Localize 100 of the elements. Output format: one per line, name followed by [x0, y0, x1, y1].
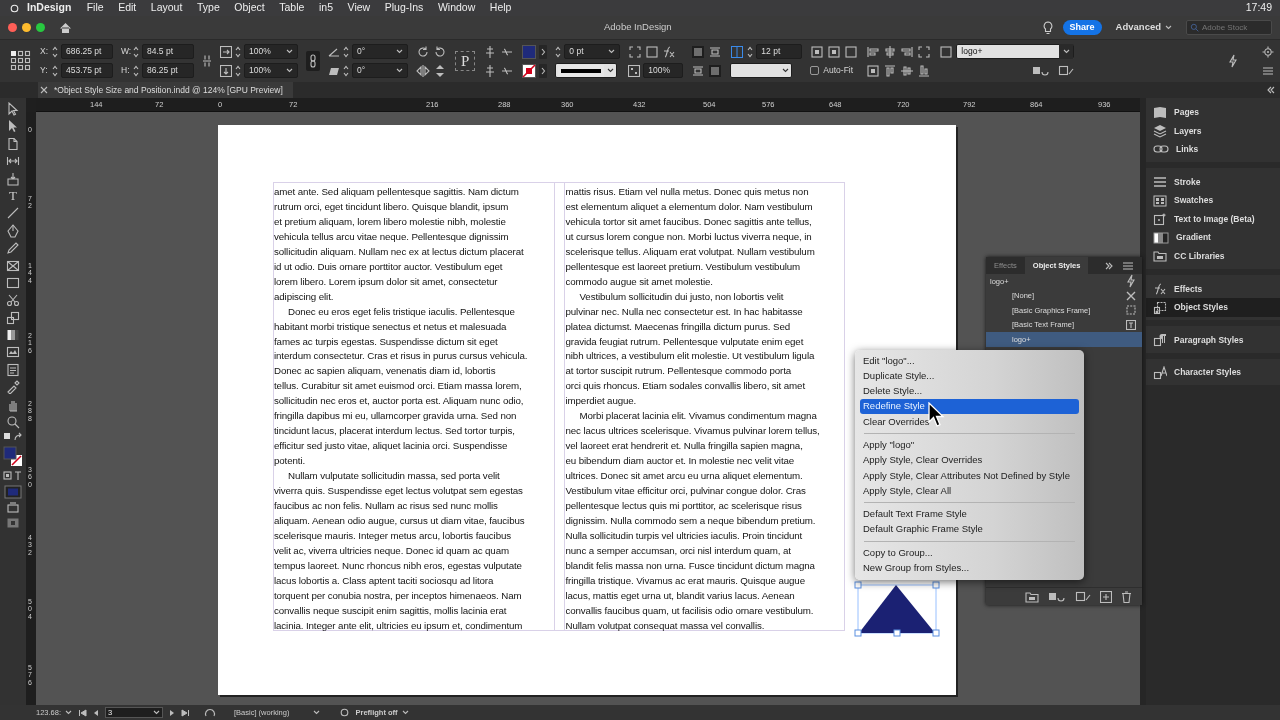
next-page-icon[interactable] — [169, 708, 176, 717]
menu-item[interactable]: Apply Style, Clear Overrides — [860, 452, 1079, 469]
settings-icon[interactable] — [1262, 45, 1274, 58]
frame-icon[interactable] — [844, 44, 859, 59]
menu-item[interactable]: Default Text Frame Style — [860, 506, 1079, 522]
panel-button[interactable]: Gradient — [1146, 228, 1280, 248]
spinner-icon[interactable] — [235, 45, 241, 58]
rotate-counterclockwise-icon[interactable] — [433, 44, 447, 59]
spinner-icon[interactable] — [343, 64, 349, 77]
frame-handle[interactable] — [854, 581, 862, 589]
menu-item[interactable]: Object — [227, 0, 272, 16]
clear-overrides-icon[interactable] — [1048, 590, 1066, 603]
new-group-icon[interactable] — [1025, 590, 1039, 603]
angle-field[interactable]: 0° — [352, 63, 408, 78]
menu-item[interactable]: Window — [430, 0, 483, 16]
gradient-swatch-icon[interactable] — [6, 328, 20, 343]
formatting-mode-icon[interactable] — [3, 471, 23, 482]
menu-item[interactable]: Edit "logo"... — [860, 353, 1079, 369]
spinner-icon[interactable] — [555, 45, 562, 58]
distribute-icon[interactable] — [866, 63, 881, 78]
coordinate-field[interactable]: 453.75 pt — [61, 63, 113, 78]
spinner-icon[interactable] — [747, 45, 754, 58]
dimension-field[interactable]: 84.5 pt — [142, 44, 194, 59]
clear-overrides-icon[interactable] — [1032, 64, 1051, 77]
menu-item[interactable]: Table — [272, 0, 312, 16]
align-left-icon[interactable] — [866, 44, 881, 59]
minimize-button[interactable] — [22, 23, 31, 32]
swap-colors-icon[interactable] — [3, 432, 23, 443]
lightning-icon[interactable] — [1228, 54, 1238, 68]
scissors-tool-icon[interactable] — [6, 293, 20, 308]
wrap-around-icon[interactable] — [708, 44, 723, 59]
menu-icon[interactable] — [1122, 260, 1134, 271]
coordinate-field[interactable]: 686.25 pt — [61, 44, 113, 59]
free-transform-tool-icon[interactable] — [6, 310, 20, 325]
menu-icon[interactable] — [1262, 65, 1274, 76]
spinner-icon[interactable] — [52, 64, 58, 77]
spinner-icon[interactable] — [235, 64, 241, 77]
menu-item[interactable]: Help — [482, 0, 519, 16]
lightbulb-icon[interactable] — [1042, 20, 1053, 35]
stock-search-field[interactable]: Adobe Stock — [1186, 20, 1272, 35]
stroke-weight-field[interactable]: 0 pt — [564, 44, 621, 59]
menu-item[interactable]: Apply Style, Clear Attributes Not Defined by Style — [860, 468, 1079, 484]
presentation-icon[interactable] — [6, 517, 20, 530]
chevron-icon[interactable] — [539, 63, 548, 78]
expand-icon[interactable] — [1104, 261, 1114, 270]
menu-item[interactable]: New Group from Styles... — [860, 560, 1079, 576]
apply-color-icon[interactable] — [4, 484, 22, 499]
menu-item[interactable]: Redefine Style — [860, 398, 1079, 415]
frame-handle[interactable] — [932, 629, 940, 637]
columns-icon[interactable] — [730, 44, 745, 59]
first-page-icon[interactable] — [78, 708, 88, 717]
menu-item[interactable]: File — [79, 0, 111, 16]
menu-item[interactable]: Duplicate Style... — [860, 368, 1079, 384]
opacity-field[interactable]: 100% — [643, 63, 684, 78]
last-page-icon[interactable] — [181, 708, 191, 717]
menu-item[interactable]: in5 — [311, 0, 341, 16]
panel-button[interactable]: Swatches — [1146, 191, 1280, 210]
spinner-icon[interactable] — [52, 45, 58, 58]
rectangle-frame-tool-icon[interactable] — [6, 258, 20, 273]
reference-point-icon[interactable] — [10, 50, 32, 72]
wrap-jump-icon[interactable] — [691, 63, 706, 78]
scale-field[interactable]: 100% — [244, 44, 298, 59]
panel-button[interactable]: Layers — [1146, 121, 1280, 141]
pencil-tool-icon[interactable] — [6, 241, 20, 256]
align-middle-icon[interactable] — [900, 63, 915, 78]
menu-item[interactable]: Clear Overrides — [860, 414, 1079, 430]
clear-attributes-icon[interactable] — [1075, 590, 1091, 603]
stroke-swatch[interactable] — [522, 63, 537, 78]
menu-item[interactable]: Edit — [110, 0, 144, 16]
menu-item[interactable]: Default Graphic Frame Style — [860, 521, 1079, 538]
frame-handle[interactable] — [854, 629, 862, 637]
panel-button[interactable]: Pages — [1146, 103, 1280, 122]
spinner-icon[interactable] — [133, 64, 139, 77]
rotate-clockwise-icon[interactable] — [416, 44, 430, 59]
type-tool-icon[interactable]: T — [9, 188, 17, 203]
triangle-shape[interactable] — [859, 585, 935, 633]
zoom-tool-icon[interactable] — [6, 415, 20, 430]
collapse-icon[interactable] — [1266, 86, 1276, 94]
effects-icon[interactable] — [662, 44, 677, 59]
content-collector-icon[interactable] — [6, 171, 20, 186]
angle-field[interactable]: 0° — [352, 44, 408, 59]
selection-tool-icon[interactable] — [6, 102, 20, 116]
direct-selection-tool-icon[interactable] — [6, 119, 20, 134]
menu-item[interactable]: Delete Style... — [860, 383, 1079, 399]
rectangle-tool-icon[interactable] — [6, 275, 20, 290]
close-button[interactable] — [8, 23, 17, 32]
menu-item[interactable]: Type — [189, 0, 228, 16]
frame-icon[interactable] — [645, 44, 660, 59]
new-style-icon[interactable] — [1100, 590, 1112, 603]
gutter-field[interactable]: 12 pt — [756, 44, 803, 59]
text-wrap-icon[interactable] — [691, 44, 706, 59]
distribute-icon[interactable] — [810, 44, 825, 59]
frame-handle[interactable] — [893, 629, 901, 637]
chain-link-icon[interactable] — [306, 51, 320, 71]
panel-button[interactable]: CC Libraries — [1146, 247, 1280, 266]
fit-frame-icon[interactable] — [628, 44, 643, 59]
align-right-icon[interactable] — [900, 44, 915, 59]
clear-attributes-icon[interactable] — [1058, 64, 1075, 77]
menu-item[interactable]: Copy to Group... — [860, 545, 1079, 561]
spinner-icon[interactable] — [133, 45, 139, 58]
